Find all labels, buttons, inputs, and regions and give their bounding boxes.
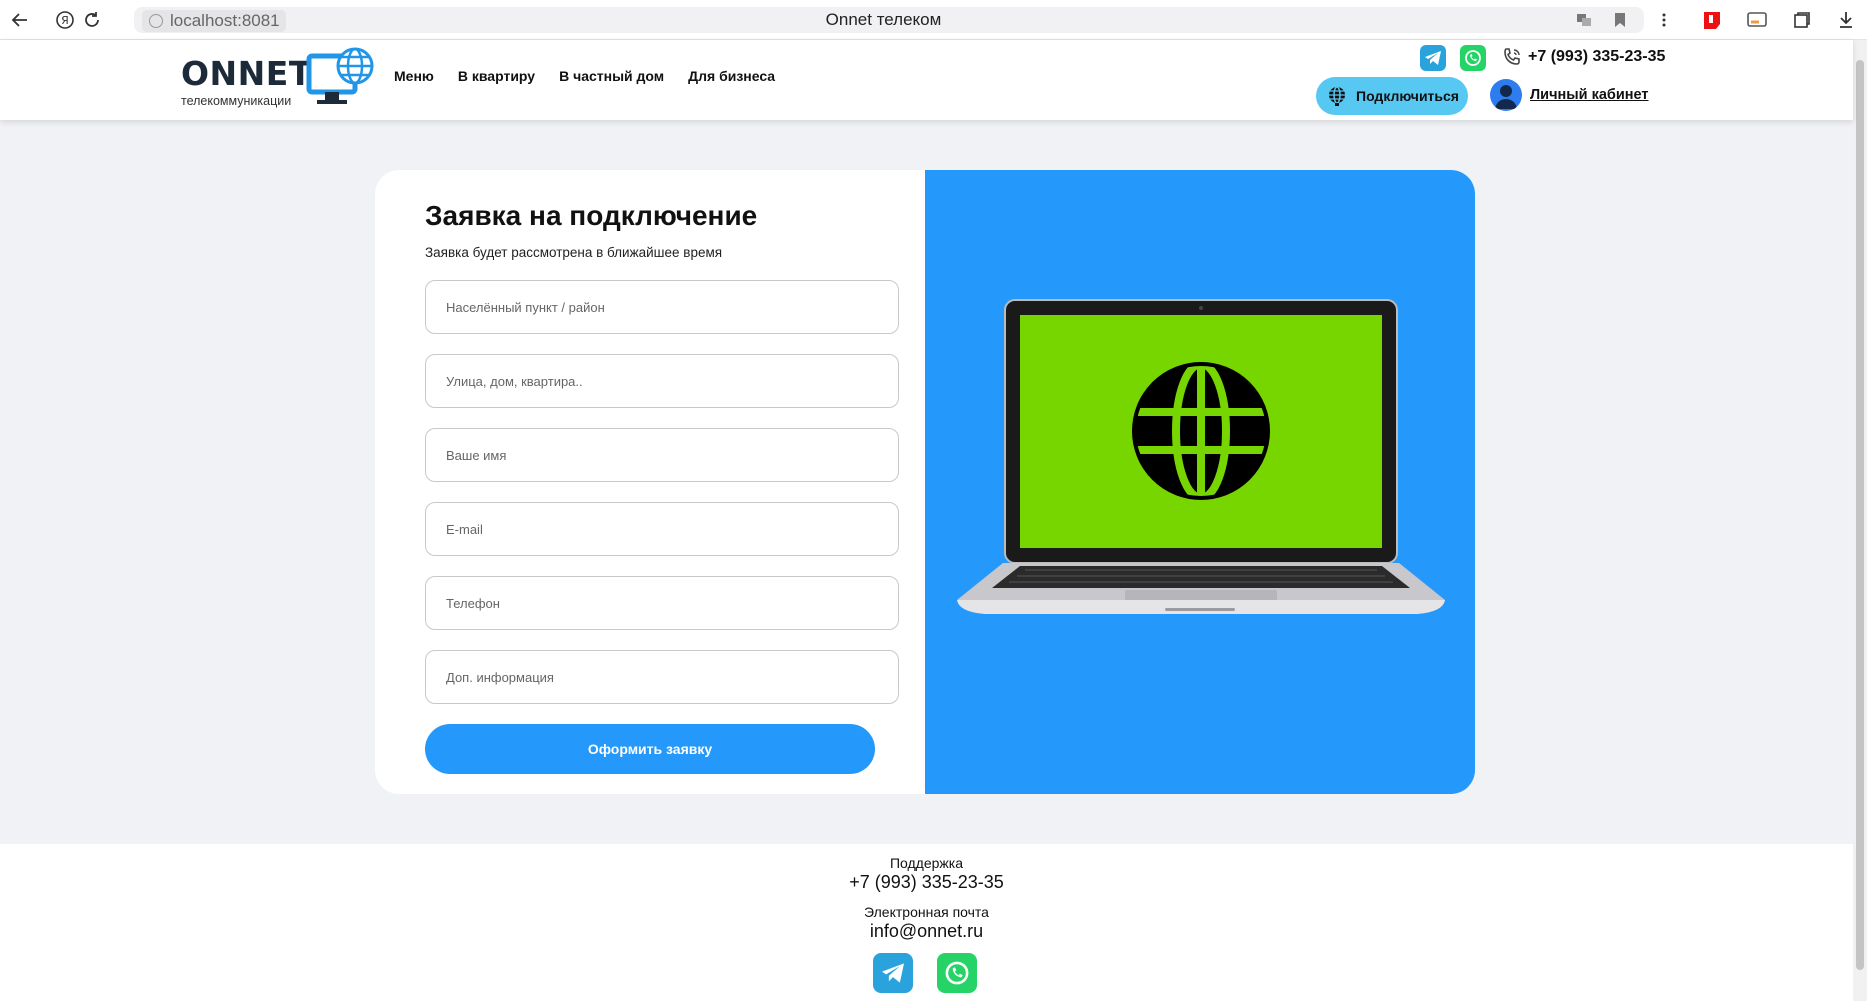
monitor-globe-icon — [306, 47, 374, 104]
laptop-icon — [957, 299, 1445, 614]
whatsapp-icon[interactable] — [1460, 45, 1486, 71]
main-nav: Меню В квартиру В частный дом Для бизнес… — [394, 68, 775, 84]
collections-icon[interactable] — [1790, 8, 1814, 32]
phone-icon — [1504, 48, 1520, 65]
cast-icon[interactable] — [1745, 8, 1769, 32]
translate-icon[interactable] — [1572, 8, 1596, 32]
notification-icon[interactable] — [1700, 8, 1724, 32]
phone-input[interactable] — [425, 576, 899, 630]
nav-apartment[interactable]: В квартиру — [458, 68, 535, 84]
page-scrollbar[interactable] — [1853, 40, 1867, 1001]
main-content: Заявка на подключение Заявка будет рассм… — [0, 120, 1853, 844]
logo-text: ONNET — [181, 54, 312, 93]
nav-business[interactable]: Для бизнеса — [688, 68, 775, 84]
cabinet-label: Личный кабинет — [1530, 87, 1649, 103]
header-phone-number: +7 (993) 335-23-35 — [1528, 48, 1666, 65]
personal-cabinet-link[interactable]: Личный кабинет — [1490, 79, 1649, 111]
logo-subtitle: телекоммуникации — [181, 94, 292, 108]
connect-button-label: Подключиться — [1356, 88, 1459, 104]
locality-input[interactable] — [425, 280, 899, 334]
telegram-icon[interactable] — [873, 953, 913, 993]
address-input[interactable] — [425, 354, 899, 408]
nav-private-house[interactable]: В частный дом — [559, 68, 664, 84]
menu-dots-icon[interactable] — [1652, 8, 1676, 32]
whatsapp-icon[interactable] — [937, 953, 977, 993]
support-email[interactable]: info@onnet.ru — [0, 921, 1853, 942]
nav-menu[interactable]: Меню — [394, 68, 434, 84]
download-icon[interactable] — [1834, 8, 1858, 32]
name-input[interactable] — [425, 428, 899, 482]
email-input[interactable] — [425, 502, 899, 556]
form-subtitle: Заявка будет рассмотрена в ближайшее вре… — [425, 245, 723, 260]
support-label: Поддержка — [889, 855, 964, 871]
submit-application-button[interactable]: Оформить заявку — [425, 724, 875, 774]
globe-icon — [1132, 360, 1270, 502]
bookmark-icon[interactable] — [1608, 8, 1632, 32]
support-phone[interactable]: +7 (993) 335-23-35 — [0, 872, 1853, 893]
site-header: ONNET телекоммуникации Меню В квартиру В… — [0, 40, 1853, 120]
header-phone[interactable]: +7 (993) 335-23-35 — [1502, 47, 1665, 67]
telegram-icon[interactable] — [1420, 45, 1446, 71]
promo-image-panel — [925, 170, 1475, 794]
tab-title: Onnet телеком — [825, 10, 942, 29]
form-title: Заявка на подключение — [425, 200, 758, 231]
scrollbar-thumb[interactable] — [1856, 60, 1864, 970]
application-form: Заявка на подключение Заявка будет рассм… — [375, 170, 925, 794]
application-card: Заявка на подключение Заявка будет рассм… — [375, 170, 1475, 794]
globe-icon — [1329, 86, 1345, 106]
logo[interactable]: ONNET телекоммуникации — [181, 46, 376, 110]
connect-button[interactable]: Подключиться — [1316, 77, 1468, 115]
email-label: Электронная почта — [864, 904, 989, 920]
browser-toolbar: Я localhost:8081 Onnet телеком — [0, 0, 1867, 40]
user-icon — [1490, 79, 1522, 111]
site-footer: Поддержка +7 (993) 335-23-35 Электронная… — [0, 844, 1853, 1001]
extra-info-input[interactable] — [425, 650, 899, 704]
